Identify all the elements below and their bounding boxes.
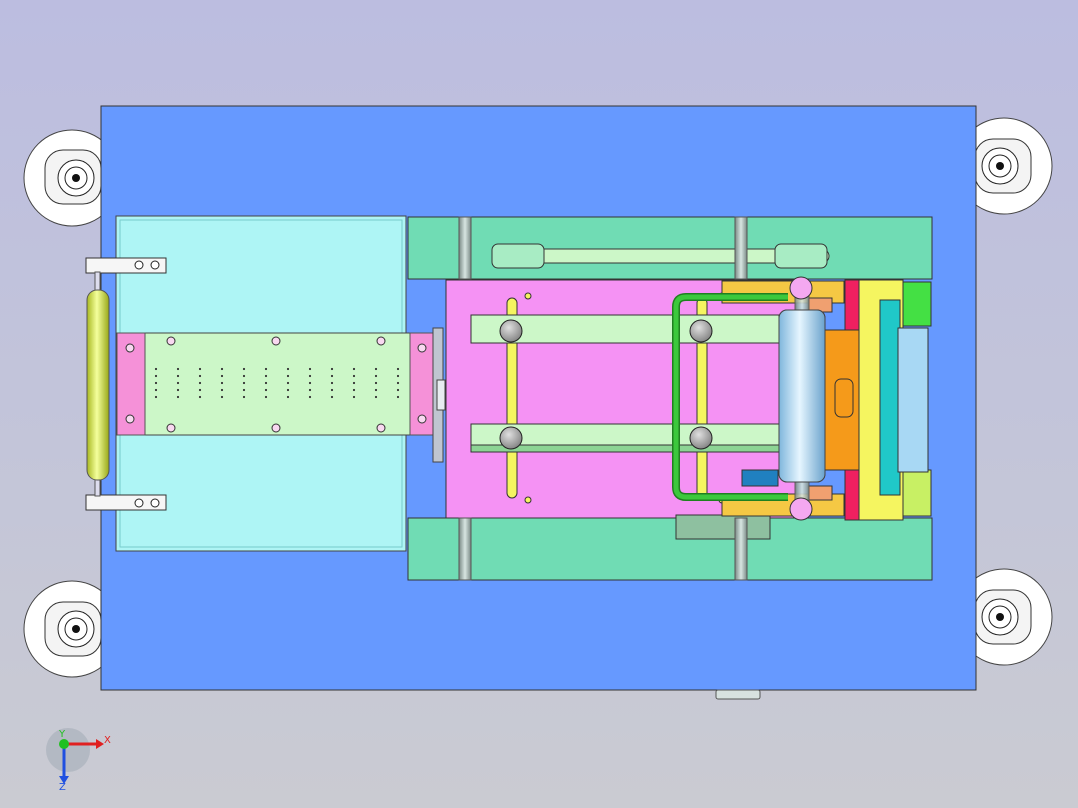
perforation-hole (352, 388, 356, 392)
perforation-hole (286, 367, 290, 371)
perforation-hole (286, 388, 290, 392)
perforation-hole (176, 388, 180, 392)
x-axis-label: X (104, 735, 111, 746)
perforation-hole (396, 367, 400, 371)
perforation-hole (242, 381, 246, 385)
perforation-hole (198, 388, 202, 392)
perforation-hole (176, 381, 180, 385)
frame-rail-bottom[interactable] (407, 517, 933, 581)
perforation-hole (374, 381, 378, 385)
perforation-hole (198, 381, 202, 385)
perforation-hole (220, 367, 224, 371)
perforation-hole (242, 367, 246, 371)
perforation-hole (198, 374, 202, 378)
perforation-hole (176, 367, 180, 371)
perforation-hole (220, 381, 224, 385)
z-axis-label: Z (59, 782, 66, 793)
perforation-hole (396, 374, 400, 378)
y-axis-label: Y (58, 729, 66, 740)
perforation-hole (264, 367, 268, 371)
perforation-hole (264, 388, 268, 392)
perforation-hole (330, 381, 334, 385)
perforation-hole (154, 374, 158, 378)
perforation-hole (286, 381, 290, 385)
perforation-hole (264, 381, 268, 385)
perforation-hole (308, 381, 312, 385)
perforation-hole (330, 367, 334, 371)
perforation-hole (198, 367, 202, 371)
perforation-hole (352, 395, 356, 399)
perforation-hole (220, 374, 224, 378)
perforation-hole (308, 374, 312, 378)
perforation-hole (198, 395, 202, 399)
frame-rail-top[interactable] (407, 216, 933, 280)
perforation-hole (374, 395, 378, 399)
perforation-hole (352, 367, 356, 371)
perforation-hole (374, 388, 378, 392)
perforation-hole (242, 395, 246, 399)
perforation-hole (374, 367, 378, 371)
perforation-hole (154, 388, 158, 392)
perforation-hole (308, 367, 312, 371)
perforation-hole (242, 388, 246, 392)
perforation-hole (374, 374, 378, 378)
perforation-hole (396, 395, 400, 399)
axis-triad: X Y Z (46, 728, 111, 793)
perforation-hole (286, 374, 290, 378)
assembly-model-view[interactable]: X Y Z (0, 0, 1078, 808)
perforation-hole (352, 374, 356, 378)
perforated-plate[interactable] (116, 332, 439, 436)
perforation-hole (154, 395, 158, 399)
cad-viewport[interactable]: X Y Z (0, 0, 1078, 808)
perforation-hole (264, 395, 268, 399)
perforation-hole (396, 388, 400, 392)
perforation-hole (286, 395, 290, 399)
perforation-hole (176, 395, 180, 399)
motor-housing (675, 514, 771, 540)
perforation-hole (330, 388, 334, 392)
perforation-hole (308, 395, 312, 399)
perforation-hole (154, 367, 158, 371)
perforation-hole (330, 395, 334, 399)
perforation-hole (352, 381, 356, 385)
perforation-hole (176, 374, 180, 378)
y-axis-dot (59, 739, 69, 749)
perforation-hole (396, 381, 400, 385)
perforation-hole (154, 381, 158, 385)
perforation-hole (330, 374, 334, 378)
perforation-hole (242, 374, 246, 378)
connector-port (715, 689, 761, 700)
perforation-hole (264, 374, 268, 378)
perforation-hole (220, 395, 224, 399)
perforation-hole (220, 388, 224, 392)
perforation-hole (308, 388, 312, 392)
